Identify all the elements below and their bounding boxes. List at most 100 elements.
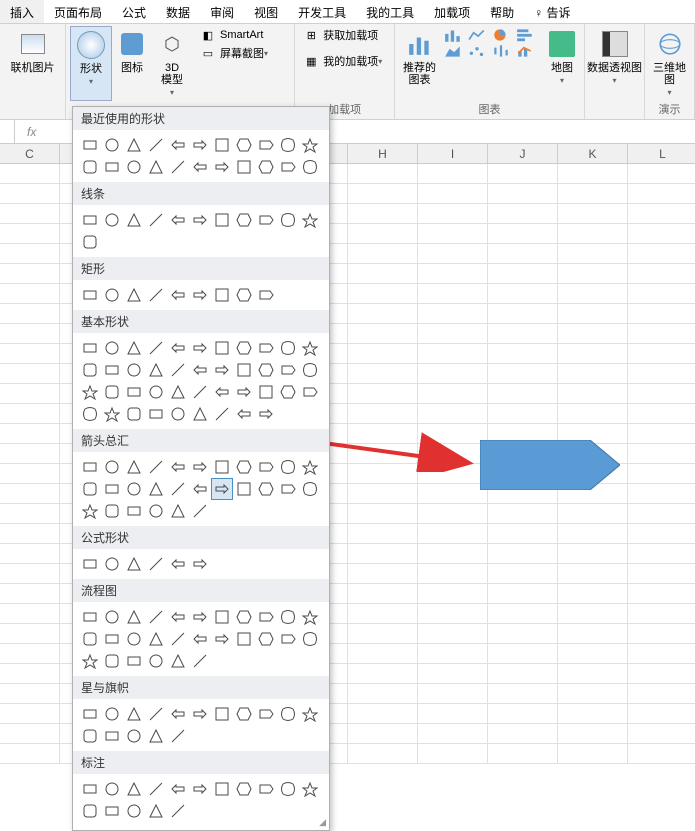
chart-combo-icon[interactable] bbox=[516, 44, 534, 58]
shape-option[interactable] bbox=[300, 135, 320, 155]
shape-option[interactable] bbox=[124, 360, 144, 380]
shape-option[interactable] bbox=[234, 479, 254, 499]
shape-option[interactable] bbox=[146, 607, 166, 627]
shape-option[interactable] bbox=[146, 801, 166, 821]
shape-option[interactable] bbox=[102, 210, 122, 230]
chart-pie-icon[interactable] bbox=[492, 28, 510, 42]
shape-option[interactable] bbox=[124, 285, 144, 305]
shape-option[interactable] bbox=[124, 607, 144, 627]
shape-option[interactable] bbox=[168, 404, 188, 424]
shape-option[interactable] bbox=[80, 501, 100, 521]
tab-data[interactable]: 数据 bbox=[156, 0, 200, 23]
shape-option[interactable] bbox=[300, 479, 320, 499]
shape-option[interactable] bbox=[80, 457, 100, 477]
shape-option[interactable] bbox=[234, 338, 254, 358]
shape-option[interactable] bbox=[234, 360, 254, 380]
shape-option[interactable] bbox=[234, 210, 254, 230]
shape-option[interactable] bbox=[190, 629, 210, 649]
shape-option[interactable] bbox=[300, 157, 320, 177]
shape-option[interactable] bbox=[212, 382, 232, 402]
shape-option[interactable] bbox=[102, 479, 122, 499]
shape-option[interactable] bbox=[212, 285, 232, 305]
chart-bar-icon[interactable] bbox=[444, 28, 462, 42]
shape-option[interactable] bbox=[256, 404, 276, 424]
shape-option[interactable] bbox=[146, 629, 166, 649]
shape-option[interactable] bbox=[102, 338, 122, 358]
shape-option[interactable] bbox=[80, 726, 100, 746]
inserted-pentagon-shape[interactable] bbox=[480, 440, 620, 490]
shape-option[interactable] bbox=[146, 779, 166, 799]
shape-option[interactable] bbox=[278, 607, 298, 627]
shape-option[interactable] bbox=[168, 629, 188, 649]
shape-option[interactable] bbox=[124, 404, 144, 424]
shape-option[interactable] bbox=[278, 779, 298, 799]
shape-option[interactable] bbox=[300, 360, 320, 380]
tell-me[interactable]: ♀ 告诉 bbox=[524, 0, 580, 23]
shape-option[interactable] bbox=[212, 135, 232, 155]
shape-option[interactable] bbox=[278, 135, 298, 155]
shape-option[interactable] bbox=[80, 801, 100, 821]
shape-option[interactable] bbox=[168, 726, 188, 746]
resize-grip-icon[interactable]: ◢ bbox=[319, 817, 326, 828]
chart-area-icon[interactable] bbox=[444, 44, 462, 58]
shape-option[interactable] bbox=[278, 479, 298, 499]
shape-option[interactable] bbox=[102, 157, 122, 177]
shape-option[interactable] bbox=[212, 779, 232, 799]
shape-option[interactable] bbox=[234, 157, 254, 177]
shape-option[interactable] bbox=[190, 554, 210, 574]
shape-option[interactable] bbox=[300, 382, 320, 402]
shape-option[interactable] bbox=[212, 704, 232, 724]
shape-option[interactable] bbox=[102, 382, 122, 402]
shape-option[interactable] bbox=[168, 779, 188, 799]
shape-option[interactable] bbox=[278, 210, 298, 230]
get-addins-button[interactable]: ⊞获取加载项 bbox=[299, 26, 390, 44]
shape-option[interactable] bbox=[190, 457, 210, 477]
shape-option[interactable] bbox=[124, 554, 144, 574]
col-I[interactable]: I bbox=[418, 144, 488, 163]
col-H[interactable]: H bbox=[348, 144, 418, 163]
shape-option[interactable] bbox=[256, 157, 276, 177]
shape-option[interactable] bbox=[102, 360, 122, 380]
shape-option[interactable] bbox=[124, 382, 144, 402]
shape-option[interactable] bbox=[212, 404, 232, 424]
shape-option[interactable] bbox=[168, 554, 188, 574]
shape-option[interactable] bbox=[146, 726, 166, 746]
tab-my-tools[interactable]: 我的工具 bbox=[356, 0, 424, 23]
shape-option[interactable] bbox=[146, 501, 166, 521]
col-J[interactable]: J bbox=[488, 144, 558, 163]
shape-option[interactable] bbox=[190, 210, 210, 230]
recommended-charts-button[interactable]: 推荐的 图表 bbox=[399, 26, 440, 88]
shape-option[interactable] bbox=[102, 404, 122, 424]
shape-option[interactable] bbox=[234, 457, 254, 477]
shape-option[interactable] bbox=[168, 285, 188, 305]
shape-option[interactable] bbox=[146, 135, 166, 155]
3d-map-button[interactable]: 三维地 图 bbox=[649, 26, 690, 101]
shape-option[interactable] bbox=[190, 779, 210, 799]
shape-option[interactable] bbox=[234, 285, 254, 305]
shape-option[interactable] bbox=[190, 404, 210, 424]
shape-option[interactable] bbox=[234, 404, 254, 424]
shape-option[interactable] bbox=[146, 285, 166, 305]
shape-option[interactable] bbox=[190, 479, 210, 499]
shape-option[interactable] bbox=[80, 157, 100, 177]
shape-option[interactable] bbox=[212, 607, 232, 627]
shape-option[interactable] bbox=[102, 135, 122, 155]
shape-option[interactable] bbox=[124, 338, 144, 358]
smartart-button[interactable]: ◧SmartArt bbox=[196, 26, 272, 44]
shape-option[interactable] bbox=[102, 801, 122, 821]
col-K[interactable]: K bbox=[558, 144, 628, 163]
shape-option[interactable] bbox=[146, 360, 166, 380]
shape-option[interactable] bbox=[300, 779, 320, 799]
shape-option[interactable] bbox=[102, 651, 122, 671]
shape-option[interactable] bbox=[212, 479, 232, 499]
shape-option[interactable] bbox=[234, 779, 254, 799]
chart-scatter-icon[interactable] bbox=[468, 44, 486, 58]
tab-insert[interactable]: 插入 bbox=[0, 0, 44, 23]
shape-option[interactable] bbox=[80, 404, 100, 424]
shape-option[interactable] bbox=[234, 382, 254, 402]
icons-button[interactable]: 图标 bbox=[112, 26, 152, 101]
shape-option[interactable] bbox=[256, 479, 276, 499]
online-picture-button[interactable]: 联机图片 bbox=[4, 26, 61, 76]
shape-option[interactable] bbox=[212, 157, 232, 177]
shape-option[interactable] bbox=[102, 607, 122, 627]
